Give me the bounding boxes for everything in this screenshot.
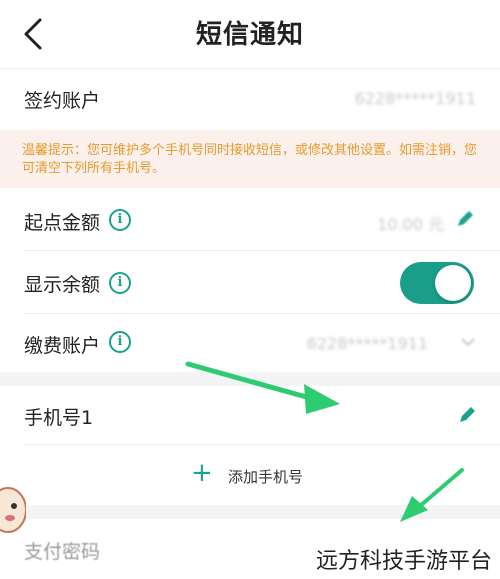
pay-password-label: 支付密码	[24, 541, 101, 563]
account-value: 6228*****1911	[354, 89, 476, 108]
section-gap	[0, 372, 500, 386]
edit-icon[interactable]	[454, 208, 476, 230]
mascot-icon	[0, 487, 26, 533]
add-phone-label: 添加手机号	[228, 468, 304, 486]
pay-account-label: 缴费账户	[24, 335, 101, 357]
show-balance-label: 显示余额	[24, 274, 101, 296]
watermark-text: 远方科技手游平台	[313, 543, 494, 575]
show-balance-toggle[interactable]	[400, 262, 474, 304]
pay-account-value: 6228*****1911	[306, 334, 428, 353]
notice-banner: 温馨提示：您可维护多个手机号同时接收短信，或修改其他设置。如需注销，您可清空下列…	[0, 130, 500, 188]
header-bar: 短信通知	[0, 0, 500, 68]
info-icon[interactable]: i	[109, 209, 131, 231]
chevron-down-icon[interactable]	[460, 336, 476, 348]
edit-icon[interactable]	[456, 404, 478, 426]
notice-text: 温馨提示：您可维护多个手机号同时接收短信，或修改其他设置。如需注销，您可清空下列…	[22, 143, 478, 176]
page-title: 短信通知	[195, 20, 304, 50]
toggle-knob	[435, 265, 471, 301]
add-phone-button[interactable]: + 添加手机号	[0, 446, 500, 504]
row-divider	[24, 444, 500, 445]
info-icon[interactable]: i	[109, 272, 131, 294]
account-row: 签约账户 6228*****1911	[0, 69, 500, 130]
start-amount-label: 起点金额	[24, 212, 101, 234]
info-icon[interactable]: i	[109, 331, 131, 353]
account-label: 签约账户	[24, 90, 101, 112]
plus-icon: +	[191, 458, 213, 488]
start-amount-value: 10.00 元	[377, 215, 444, 234]
start-amount-row[interactable]: 起点金额 i 10.00 元	[0, 188, 500, 250]
phone-label: 手机号1	[24, 407, 94, 429]
section-gap	[0, 505, 500, 519]
pay-account-row[interactable]: 缴费账户 6228*****1911	[0, 314, 500, 372]
phone-row[interactable]: 手机号1	[0, 386, 500, 444]
